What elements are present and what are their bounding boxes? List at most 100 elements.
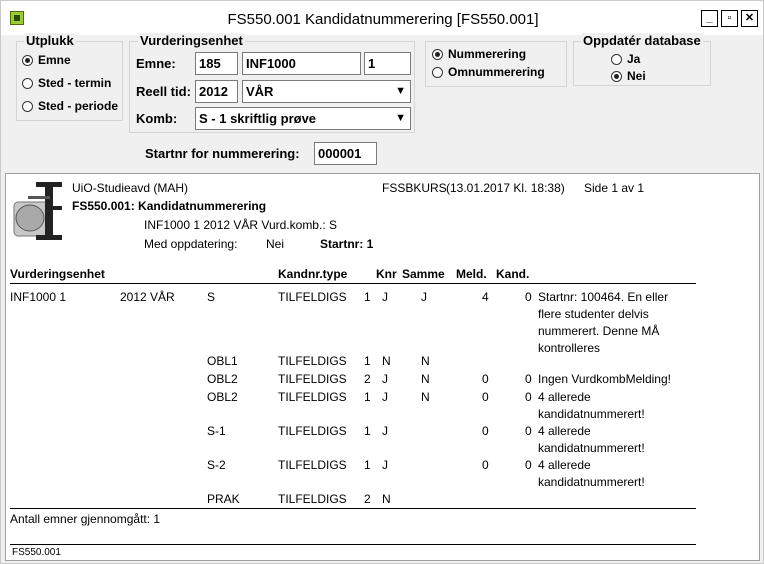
table-cell-note: kandidatnummerert!	[538, 407, 645, 421]
report-timestamp: (13.01.2017 Kl. 18:38)	[446, 181, 565, 195]
table-cell-kand: 0	[525, 458, 532, 472]
table-cell-komb: S	[207, 290, 216, 304]
table-cell-num: 1	[364, 390, 371, 404]
komb-label: Komb:	[136, 111, 178, 126]
title-bar: FS550.001 Kandidatnummerering [FS550.001…	[1, 1, 763, 35]
radio-dot-icon[interactable]	[432, 66, 443, 78]
radio-label: Nei	[627, 69, 646, 83]
table-cell-note: kandidatnummerert!	[538, 475, 645, 489]
table-cell-knr: J	[382, 424, 388, 438]
report-startnr: Startnr: 1	[320, 237, 374, 251]
page-bottom-divider	[10, 544, 696, 545]
table-cell-note: kontrolleres	[538, 341, 601, 355]
table-cell-num: 1	[364, 290, 371, 304]
table-cell-komb: OBL2	[207, 372, 238, 386]
radio-sted-periode[interactable]: Sted - periode	[22, 99, 118, 113]
table-cell-meld: 0	[482, 458, 489, 472]
radio-label: Ja	[627, 52, 641, 66]
emne-institusjon-field[interactable]: 185	[195, 52, 238, 75]
radio-dot-icon[interactable]	[22, 54, 33, 66]
col-header-kand: Kand.	[496, 267, 530, 281]
radio-sted-termin[interactable]: Sted - termin	[22, 76, 111, 90]
startnr-field[interactable]: 000001	[314, 142, 377, 165]
radio-omnummerering[interactable]: Omnummerering	[432, 65, 545, 79]
table-cell-note: Startnr: 100464. En eller	[538, 290, 669, 304]
table-cell-komb: PRAK	[207, 492, 240, 506]
radio-dot-icon[interactable]	[432, 48, 443, 60]
maximize-button[interactable]: ▫	[721, 10, 738, 27]
radio-label: Emne	[38, 53, 71, 67]
report-subtitle: INF1000 1 2012 VÅR Vurd.komb.: S	[144, 218, 337, 232]
vurderingsenhet-title: Vurderingsenhet	[138, 33, 245, 48]
table-cell-kand: 0	[525, 290, 532, 304]
med-oppdatering-label: Med oppdatering:	[144, 237, 238, 251]
table-cell-num: 2	[364, 372, 371, 386]
table-cell-num: 2	[364, 492, 371, 506]
table-cell-komb: S-1	[207, 424, 226, 438]
table-cell-meld: 0	[482, 390, 489, 404]
table-cell-note: 4 allerede	[538, 390, 591, 404]
col-header-kandnr-type: Kandnr.type	[278, 267, 348, 281]
table-cell-note: 4 allerede	[538, 458, 591, 472]
termin-select[interactable]: VÅR ▼	[242, 80, 411, 103]
table-cell-note: kandidatnummerert!	[538, 441, 645, 455]
reell-tid-label: Reell tid:	[136, 84, 191, 99]
col-header-meld: Meld.	[456, 267, 487, 281]
radio-label: Omnummerering	[448, 65, 545, 79]
footer-divider	[10, 508, 696, 509]
table-cell-knr: J	[382, 390, 388, 404]
report-id: FSSBKURS	[382, 181, 447, 195]
radio-nei[interactable]: Nei	[611, 69, 646, 83]
table-cell-knr: J	[382, 290, 388, 304]
col-header-vurderingsenhet: Vurderingsenhet	[10, 267, 105, 281]
table-cell-type: TILFELDIGS	[278, 290, 347, 304]
chevron-down-icon[interactable]: ▼	[395, 112, 406, 124]
table-cell-knr: J	[382, 372, 388, 386]
emne-label: Emne:	[136, 56, 176, 71]
header-divider	[10, 283, 696, 284]
table-cell-kand: 0	[525, 372, 532, 386]
table-cell-type: TILFELDIGS	[278, 492, 347, 506]
radio-label: Sted - termin	[38, 76, 112, 90]
oppdater-title: Oppdatér database	[581, 33, 703, 48]
radio-label: Nummerering	[448, 47, 527, 61]
radio-dot-icon[interactable]	[611, 70, 622, 82]
report-org: UiO-Studieavd (MAH)	[72, 181, 189, 195]
report-title: FS550.001: Kandidatnummerering	[72, 199, 267, 213]
emne-versjon-field[interactable]: 1	[364, 52, 411, 75]
table-cell-samme: J	[421, 290, 427, 304]
table-cell-meld: 0	[482, 372, 489, 386]
table-cell-meld: 4	[482, 290, 489, 304]
table-cell-type: TILFELDIGS	[278, 458, 347, 472]
med-oppdatering-value: Nei	[266, 237, 285, 251]
minimize-button[interactable]: _	[701, 10, 718, 27]
startnr-label: Startnr for nummerering:	[145, 146, 300, 161]
table-cell-note: Ingen VurdkombMelding!	[538, 372, 671, 386]
table-cell-samme: N	[421, 390, 430, 404]
table-cell-type: TILFELDIGS	[278, 372, 347, 386]
table-cell-knr: N	[382, 354, 391, 368]
report-view[interactable]: UiO-Studieavd (MAH) FSSBKURS (13.01.2017…	[5, 173, 760, 561]
table-cell-type: TILFELDIGS	[278, 390, 347, 404]
table-cell-kand: 0	[525, 424, 532, 438]
radio-ja[interactable]: Ja	[611, 52, 640, 66]
aar-field[interactable]: 2012	[195, 80, 238, 103]
emne-kode-field[interactable]: INF1000	[242, 52, 361, 75]
table-cell-knr: J	[382, 458, 388, 472]
radio-nummerering[interactable]: Nummerering	[432, 47, 526, 61]
table-cell-komb: OBL1	[207, 354, 238, 368]
komb-select[interactable]: S - 1 skriftlig prøve ▼	[195, 107, 411, 130]
radio-dot-icon[interactable]	[611, 53, 622, 65]
report-page: Side 1 av 1	[584, 181, 645, 195]
table-cell-ve: INF1000 1	[10, 290, 67, 304]
table-cell-samme: N	[421, 372, 430, 386]
close-button[interactable]: ✕	[741, 10, 758, 27]
table-cell-num: 1	[364, 354, 371, 368]
table-cell-note: 4 allerede	[538, 424, 591, 438]
radio-dot-icon[interactable]	[22, 100, 33, 112]
radio-dot-icon[interactable]	[22, 77, 33, 89]
table-cell-note: nummerert. Denne MÅ	[538, 324, 660, 338]
table-cell-komb: S-2	[207, 458, 226, 472]
radio-emne[interactable]: Emne	[22, 53, 71, 67]
chevron-down-icon[interactable]: ▼	[395, 85, 406, 97]
